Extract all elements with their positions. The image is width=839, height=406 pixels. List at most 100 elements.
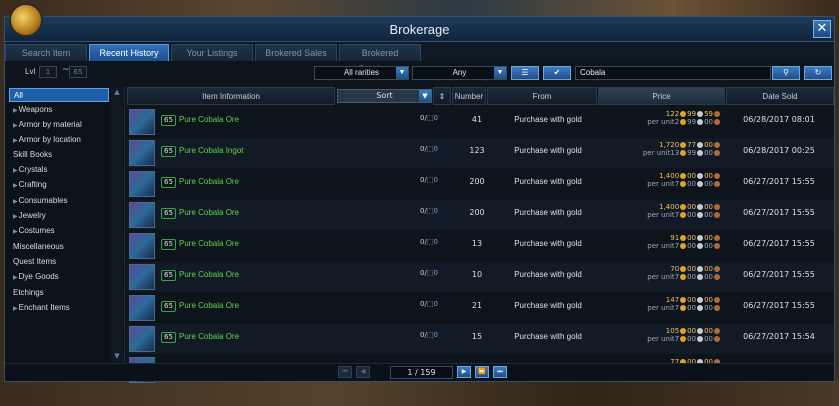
silver-coin-icon [697,243,704,249]
table-row[interactable]: 65 Pure Cobala Ore 0/⬚0 15 Purchase with gol… [127,324,834,354]
copper-coin-icon [714,204,720,210]
tab-recent-history[interactable]: Recent History [89,44,169,61]
gold-coin-icon [680,204,687,210]
close-button[interactable]: ✕ [813,20,831,38]
title-bar[interactable]: Brokerage ✕ [5,3,834,42]
prev-page-button[interactable]: ◀ [356,366,370,378]
purchase-source: Purchase with gold [514,270,582,279]
gold-coin-icon [680,305,687,311]
level-max-input[interactable]: 65 [69,66,87,78]
sidebar-item-weapons[interactable]: ▶Weapons [9,103,109,117]
search-input[interactable]: Cobala [575,66,771,80]
gold-coin-icon [680,111,687,117]
sidebar-item-costumes[interactable]: ▶Costumes [9,224,109,238]
item-number: 21 [471,301,483,310]
sidebar-item-dye-goods[interactable]: ▶Dye Goods [9,270,109,284]
total-price: 1,400 00 00 [609,203,721,211]
silver-coin-icon [697,212,704,218]
sidebar-item-consumables[interactable]: ▶Consumables [9,194,109,208]
rarity-dropdown[interactable]: All rarities ▼ [314,66,409,80]
gold-coin-icon [680,181,687,187]
silver-coin-icon [697,150,704,156]
copper-coin-icon [714,243,720,249]
gold-coin-icon [680,243,687,249]
date-sold: 06/27/2017 15:55 [743,177,815,186]
unit-silver: 00 [687,273,697,281]
table-row[interactable]: 65 Pure Cobala Ore 0/⬚0 41 Purchase with gol… [127,107,834,137]
per-unit-label: per unit [647,242,675,250]
sidebar-item-enchant-items[interactable]: ▶Enchant Items [9,301,109,315]
total-price: 147 00 00 [609,296,721,304]
table-row[interactable]: 65 Pure Cobala Ingot 0/⬚0 123 Purchase with … [127,138,834,168]
price-copper: 00 [704,265,713,273]
next-page-button[interactable]: ▶ [457,366,471,378]
sidebar-item-armor-by-material[interactable]: ▶Armor by material [9,118,109,132]
sidebar-item-miscellaneous[interactable]: Miscellaneous [9,240,109,254]
search-button[interactable]: ⚲ [772,66,800,80]
table-row[interactable]: 65 Pure Cobala Ore 0/⬚0 21 Purchase with gol… [127,293,834,323]
expand-triangle-icon: ▶ [13,199,18,205]
scroll-up-icon[interactable]: ▲ [111,87,123,97]
item-name: Pure Cobala Ore [179,332,240,341]
table-row[interactable]: 65 Pure Cobala Ore 0/⬚0 13 Purchase with gol… [127,231,834,261]
item-number: 200 [469,208,485,217]
checkbox-checked-icon: ✔ [553,68,561,77]
price-copper: 00 [704,203,713,211]
sidebar-scrollbar[interactable]: ▲ ▼ [111,87,123,363]
header-item-information[interactable]: Item Information [127,87,335,105]
table-row[interactable]: 65 Pure Cobala Ore 0/⬚0 200 Purchase with go… [127,169,834,199]
first-page-button[interactable]: ⏮ [338,366,352,378]
quantity-owned: 0/ [420,176,427,184]
copper-coin-icon [714,111,720,117]
header-number[interactable]: Number [452,87,486,105]
tab-brokered-sales[interactable]: Brokered Sales [255,44,337,61]
reset-button[interactable]: ↻ [804,66,832,80]
page-indicator[interactable]: 1 / 159 [390,366,453,379]
next-ten-button[interactable]: ⏩ [475,366,489,378]
tab-brokered-purchases[interactable]: Brokered Purchases [339,44,421,74]
filter-options-button[interactable]: ☰ [511,66,539,80]
total-price: 91 00 00 [609,234,721,242]
sidebar-item-crafting[interactable]: ▶Crafting [9,178,109,192]
sidebar-item-etchings[interactable]: Etchings [9,286,109,300]
tab-search-item[interactable]: Search Item [5,44,87,61]
sort-dropdown[interactable]: Sort ▼ [337,89,432,103]
sort-order-button[interactable]: ⇕ [433,87,451,105]
item-quantity: 0/⬚0 [420,300,438,308]
sidebar-item-jewelry[interactable]: ▶Jewelry [9,209,109,223]
sidebar-item-crystals[interactable]: ▶Crystals [9,163,109,177]
header-from[interactable]: From [487,87,597,105]
sidebar-item-armor-by-location[interactable]: ▶Armor by location [9,133,109,147]
price-gold: 1,720 [659,141,680,149]
type-dropdown[interactable]: Any ▼ [412,66,507,80]
sidebar-item-quest-items[interactable]: Quest Items [9,255,109,269]
gold-coin-icon [680,119,687,125]
item-quantity: 0/⬚0 [420,207,438,215]
unit-silver: 00 [687,304,697,312]
sidebar-item-all[interactable]: All [9,88,109,102]
item-number: 10 [471,270,483,279]
price-gold: 147 [665,296,680,304]
level-min-input[interactable]: 1 [39,66,57,78]
last-page-button[interactable]: ⏭ [493,366,507,378]
tab-your-listings[interactable]: Your Listings [171,44,253,61]
expand-triangle-icon: ▶ [13,214,18,220]
stack-count: 0 [433,114,438,122]
silver-coin-icon [697,274,704,280]
table-row[interactable]: 65 Pure Cobala Ore 0/⬚0 10 Purchase with gol… [127,262,834,292]
silver-coin-icon [697,204,704,210]
header-date-sold[interactable]: Date Sold [726,87,834,105]
date-sold: 06/27/2017 15:54 [743,332,815,341]
expand-triangle-icon: ▶ [13,229,18,235]
table-row[interactable]: 65 Pure Cobala Ore 0/⬚0 200 Purchase with go… [127,200,834,230]
item-quantity: 0/⬚0 [420,176,438,184]
silver-coin-icon [697,173,704,179]
tab-bar: Search Item Recent History Your Listings… [5,42,834,74]
sidebar-item-skill-books[interactable]: Skill Books [9,148,109,162]
unit-silver: 00 [687,242,697,250]
item-level-badge: 65 [161,332,176,343]
scroll-down-icon[interactable]: ▼ [111,351,123,361]
quantity-owned: 0/ [420,114,427,122]
exact-match-toggle[interactable]: ✔ [543,66,571,80]
header-price[interactable]: Price [598,87,725,105]
